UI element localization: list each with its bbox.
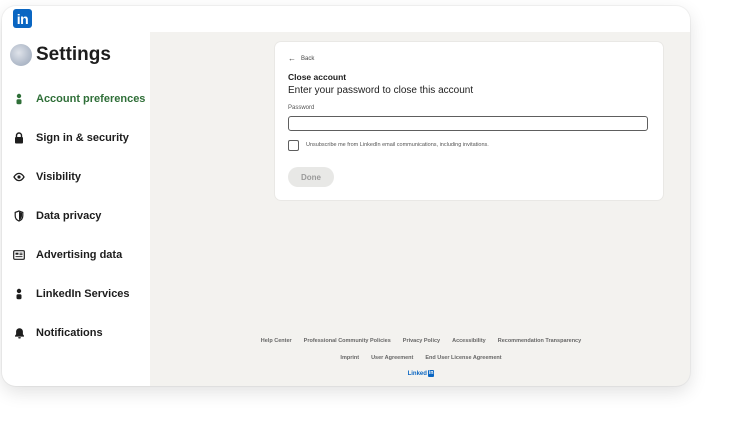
page-title: Settings <box>36 44 111 65</box>
footer-link-eula[interactable]: End User License Agreement <box>425 355 501 361</box>
sidebar-item-label: Notifications <box>36 327 103 339</box>
settings-sidebar: Settings Account preferences Sign in & s… <box>2 32 150 386</box>
avatar[interactable] <box>10 44 32 66</box>
sidebar-item-advertising-data[interactable]: Advertising data <box>12 245 122 265</box>
footer-link-privacy-policy[interactable]: Privacy Policy <box>403 338 440 344</box>
footer-link-community-policies[interactable]: Professional Community Policies <box>304 338 391 344</box>
footer-link-recommendation-transparency[interactable]: Recommendation Transparency <box>498 338 581 344</box>
close-account-card: ← Back Close account Enter your password… <box>275 42 663 200</box>
password-field[interactable] <box>288 116 648 131</box>
person-icon <box>12 92 26 106</box>
top-nav-bar: in <box>2 6 690 32</box>
sidebar-item-label: Sign in & security <box>36 132 129 144</box>
newspaper-icon <box>12 248 26 262</box>
sidebar-item-notifications[interactable]: Notifications <box>12 323 103 343</box>
bell-icon <box>12 326 26 340</box>
sidebar-item-label: Data privacy <box>36 210 102 222</box>
arrow-left-icon: ← <box>288 54 296 63</box>
sidebar-item-account-preferences[interactable]: Account preferences <box>12 89 145 109</box>
done-button[interactable]: Done <box>288 167 334 187</box>
footer-linkedin-logo: Linked in <box>152 370 690 377</box>
back-link[interactable]: ← Back <box>288 54 314 63</box>
footer-brand-logo: in <box>427 370 435 377</box>
footer-brand-text: Linked <box>407 370 427 377</box>
eye-icon <box>12 170 26 184</box>
footer-link-accessibility[interactable]: Accessibility <box>452 338 486 344</box>
sidebar-item-sign-in-security[interactable]: Sign in & security <box>12 128 129 148</box>
person-icon <box>12 287 26 301</box>
footer-link-help-center[interactable]: Help Center <box>261 338 292 344</box>
sidebar-item-label: Visibility <box>36 171 82 183</box>
password-label: Password <box>288 105 315 111</box>
browser-window: in Settings Account preferences Sign in … <box>2 6 690 386</box>
sidebar-item-visibility[interactable]: Visibility <box>12 167 81 187</box>
sidebar-item-label: Account preferences <box>36 93 146 105</box>
card-title: Close account <box>288 72 347 82</box>
sidebar-item-linkedin-services[interactable]: LinkedIn Services <box>12 284 130 304</box>
footer-link-imprint[interactable]: Imprint <box>340 355 359 361</box>
sidebar-item-label: LinkedIn Services <box>36 288 130 300</box>
unsubscribe-checkbox[interactable] <box>288 140 299 151</box>
footer-link-user-agreement[interactable]: User Agreement <box>371 355 413 361</box>
sidebar-item-data-privacy[interactable]: Data privacy <box>12 206 101 226</box>
linkedin-logo[interactable]: in <box>13 9 32 28</box>
lock-icon <box>12 131 26 145</box>
shield-icon <box>12 209 26 223</box>
back-label: Back <box>301 55 315 62</box>
footer-links-row-2: Imprint User Agreement End User License … <box>152 355 690 361</box>
footer-links-row-1: Help Center Professional Community Polic… <box>152 338 690 344</box>
sidebar-item-label: Advertising data <box>36 249 123 261</box>
card-subtitle: Enter your password to close this accoun… <box>288 85 474 96</box>
unsubscribe-label: Unsubscribe me from LinkedIn email commu… <box>306 142 489 148</box>
